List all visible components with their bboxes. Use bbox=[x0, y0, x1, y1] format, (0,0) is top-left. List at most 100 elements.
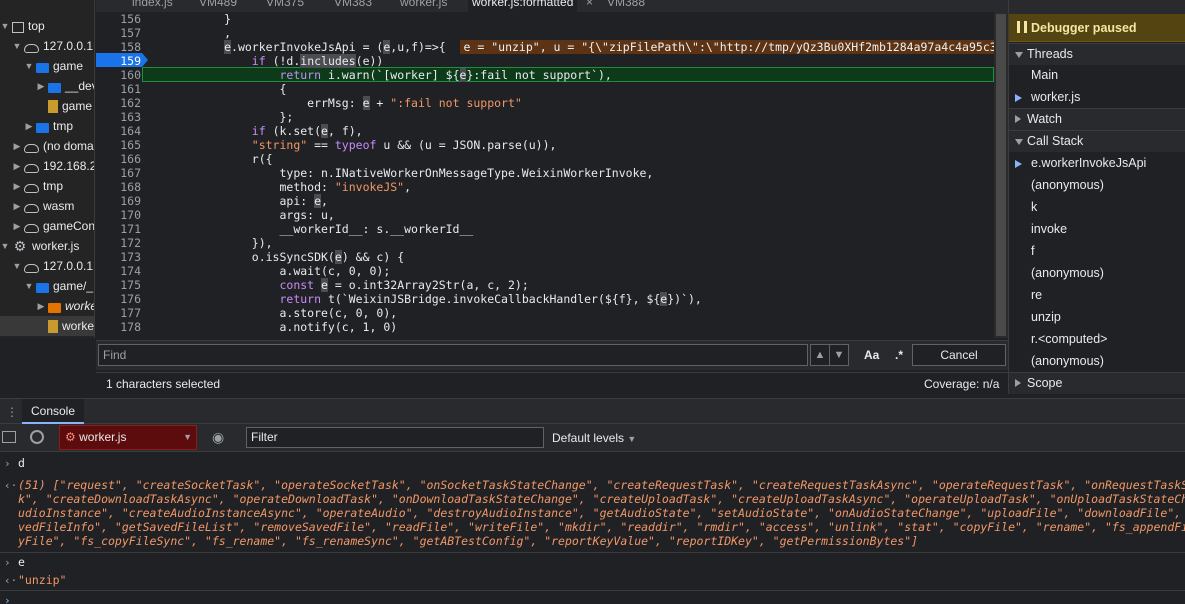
call-frame[interactable]: k bbox=[1009, 196, 1185, 218]
tree-item[interactable]: ▶ tmp bbox=[12, 176, 63, 196]
line-number[interactable]: 171 bbox=[96, 222, 141, 236]
code-line[interactable]: } bbox=[141, 12, 231, 26]
call-frame[interactable]: r.<computed> bbox=[1009, 328, 1185, 350]
code-line[interactable]: a.wait(c, 0, 0); bbox=[141, 264, 390, 278]
line-number[interactable]: 175 bbox=[96, 278, 141, 292]
line-number[interactable]: 159 bbox=[96, 54, 141, 68]
tree-item[interactable]: ▼ game bbox=[24, 56, 83, 76]
context-selector[interactable]: ⚙ worker.js ▼ bbox=[59, 425, 197, 450]
line-number[interactable]: 158 bbox=[96, 40, 141, 54]
line-number[interactable]: 167 bbox=[96, 166, 141, 180]
scrollbar-thumb[interactable] bbox=[996, 14, 1006, 336]
tree-expand-icon[interactable]: ▼ bbox=[0, 21, 10, 31]
tree-item[interactable]: ▶ (no doma bbox=[12, 136, 94, 156]
expand-icon[interactable]: ‹· bbox=[4, 479, 17, 492]
line-number[interactable]: 163 bbox=[96, 110, 141, 124]
line-number[interactable]: 170 bbox=[96, 208, 141, 222]
code-line[interactable]: return i.warn(`[worker] ${e}:fail not su… bbox=[141, 68, 612, 82]
coverage-status[interactable]: Coverage: n/a bbox=[924, 373, 999, 395]
eye-icon[interactable]: ◉ bbox=[212, 430, 230, 444]
line-number[interactable]: 166 bbox=[96, 152, 141, 166]
close-tab-icon[interactable]: × bbox=[586, 0, 593, 12]
cancel-button[interactable]: Cancel bbox=[912, 344, 1006, 366]
tree-item[interactable]: ▼ top bbox=[0, 16, 45, 36]
editor-tab[interactable]: VM489 bbox=[199, 0, 237, 12]
thread-item[interactable]: Main bbox=[1009, 64, 1185, 86]
code-line[interactable]: args: u, bbox=[141, 208, 334, 222]
editor-tab[interactable]: VM388 bbox=[607, 0, 645, 12]
line-number[interactable]: 156 bbox=[96, 12, 141, 26]
clear-console-icon[interactable] bbox=[30, 430, 44, 444]
tree-item[interactable]: worke bbox=[0, 316, 94, 336]
find-input[interactable]: Find bbox=[98, 344, 808, 366]
call-frame[interactable]: invoke bbox=[1009, 218, 1185, 240]
code-line[interactable]: api: e, bbox=[141, 194, 328, 208]
tree-expand-icon[interactable]: ▶ bbox=[24, 121, 34, 132]
thread-item[interactable]: worker.js bbox=[1009, 86, 1185, 108]
tree-item[interactable]: ▶ 192.168.2 bbox=[12, 156, 94, 176]
tree-expand-icon[interactable]: ▶ bbox=[12, 181, 22, 192]
line-number[interactable]: 173 bbox=[96, 250, 141, 264]
call-frame[interactable]: (anonymous) bbox=[1009, 350, 1185, 372]
code-line[interactable]: const e = o.int32Array2Str(a, c, 2); bbox=[141, 278, 529, 292]
line-number[interactable]: 174 bbox=[96, 264, 141, 278]
editor-scrollbar[interactable] bbox=[994, 12, 1008, 338]
tree-expand-icon[interactable]: ▶ bbox=[36, 301, 46, 312]
code-line[interactable]: return t(`WeixinJSBridge.invokeCallbackH… bbox=[141, 292, 702, 306]
call-frame[interactable]: f bbox=[1009, 240, 1185, 262]
code-line[interactable]: o.isSyncSDK(e) && c) { bbox=[141, 250, 404, 264]
code-line[interactable]: method: "invokeJS", bbox=[141, 180, 411, 194]
tree-expand-icon[interactable]: ▶ bbox=[36, 81, 46, 92]
code-line[interactable]: type: n.INativeWorkerOnMessageType.Weixi… bbox=[141, 166, 653, 180]
tree-expand-icon[interactable]: ▼ bbox=[24, 61, 34, 71]
code-line[interactable]: "string" == typeof u && (u = JSON.parse(… bbox=[141, 138, 557, 152]
tree-expand-icon[interactable]: ▶ bbox=[12, 221, 22, 232]
line-number[interactable]: 168 bbox=[96, 180, 141, 194]
tree-expand-icon[interactable]: ▼ bbox=[24, 281, 34, 291]
code-line[interactable]: if (k.set(e, f), bbox=[141, 124, 363, 138]
log-levels-dropdown[interactable]: Default levels ▼ bbox=[552, 431, 636, 445]
tree-item[interactable]: ▶ gameCon bbox=[12, 216, 94, 236]
tree-item[interactable]: ▼ 127.0.0.1: bbox=[12, 256, 94, 276]
tree-item[interactable]: ▼ ⚙ worker.js bbox=[0, 236, 80, 256]
line-number[interactable]: 177 bbox=[96, 306, 141, 320]
line-number[interactable]: 178 bbox=[96, 320, 141, 334]
console-input-line[interactable]: d bbox=[18, 456, 25, 470]
sidebar-toggle-icon[interactable] bbox=[2, 431, 16, 443]
section-watch[interactable]: Watch bbox=[1009, 108, 1185, 130]
tree-expand-icon[interactable]: ▼ bbox=[12, 41, 22, 51]
tree-expand-icon[interactable]: ▼ bbox=[12, 261, 22, 271]
match-case-button[interactable]: Aa bbox=[864, 348, 879, 362]
editor-tab[interactable]: worker.js bbox=[400, 0, 447, 12]
call-frame[interactable]: (anonymous) bbox=[1009, 174, 1185, 196]
console-input-line[interactable]: e bbox=[18, 555, 25, 569]
line-number[interactable]: 172 bbox=[96, 236, 141, 250]
line-number[interactable]: 165 bbox=[96, 138, 141, 152]
tree-expand-icon[interactable]: ▶ bbox=[12, 201, 22, 212]
code-line[interactable]: r({ bbox=[141, 152, 273, 166]
find-next-button[interactable]: ▼ bbox=[829, 344, 849, 366]
line-number[interactable]: 176 bbox=[96, 292, 141, 306]
code-line[interactable]: a.store(c, 0, 0), bbox=[141, 306, 397, 320]
code-line[interactable]: { bbox=[141, 82, 286, 96]
editor-tab[interactable]: worker.js:formatted bbox=[468, 0, 578, 12]
section-scope[interactable]: Scope bbox=[1009, 372, 1185, 394]
tree-expand-icon[interactable]: ▶ bbox=[12, 141, 22, 152]
prompt-icon[interactable]: › bbox=[4, 594, 11, 604]
drawer-menu-icon[interactable]: ⋮ bbox=[6, 406, 18, 418]
line-number[interactable]: 157 bbox=[96, 26, 141, 40]
editor-tab[interactable]: index.js bbox=[132, 0, 173, 12]
code-line[interactable]: a.notify(c, 1, 0) bbox=[141, 320, 397, 334]
code-line[interactable]: e.workerInvokeJsApi = (e,u,f)=>{ e = "un… bbox=[141, 40, 1008, 54]
code-line[interactable]: , bbox=[141, 26, 231, 40]
section-threads[interactable]: Threads bbox=[1009, 43, 1185, 65]
tree-item[interactable]: game bbox=[36, 96, 92, 116]
call-frame[interactable]: e.workerInvokeJsApi bbox=[1009, 152, 1185, 174]
tree-item[interactable]: ▶ worke bbox=[36, 296, 94, 316]
line-number[interactable]: 162 bbox=[96, 96, 141, 110]
tree-item[interactable]: ▶ tmp bbox=[24, 116, 73, 136]
code-line[interactable]: if (!d.includes(e)) bbox=[141, 54, 383, 68]
tree-item[interactable]: ▼ game/_ bbox=[24, 276, 93, 296]
code-line[interactable]: }), bbox=[141, 236, 273, 250]
tab-console[interactable]: Console bbox=[22, 399, 84, 424]
